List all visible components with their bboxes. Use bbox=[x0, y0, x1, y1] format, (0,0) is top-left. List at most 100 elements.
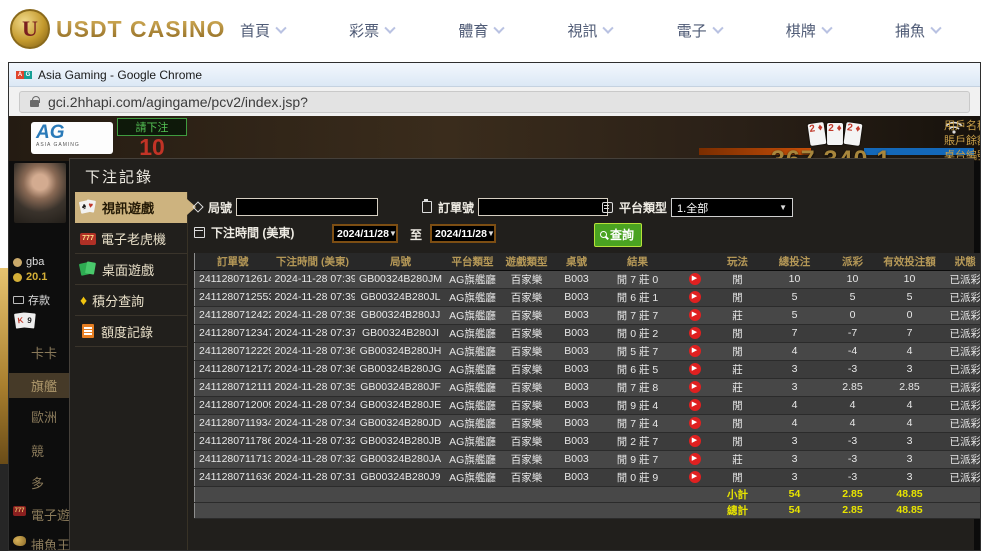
replay-play-button[interactable]: ▶ bbox=[689, 399, 701, 411]
subtotal-bet: 54 bbox=[763, 486, 827, 502]
usdt-coin-icon: U bbox=[10, 9, 50, 49]
address-box[interactable]: gci.2hhapi.com/agingame/pcv2/index.jsp? bbox=[19, 91, 970, 113]
search-group: 查詢 bbox=[594, 223, 642, 247]
bet-countdown: 請下注 10 bbox=[117, 118, 187, 158]
table-row: 2411280712422092024-11-28 07:38:12GB0032… bbox=[195, 306, 981, 324]
cell-platform: AG旗艦廳 bbox=[447, 414, 499, 432]
cell-valid-bet: 0 bbox=[879, 306, 941, 324]
background-image-sliver bbox=[0, 268, 8, 464]
cell-round: GB00324B280JB bbox=[355, 432, 447, 450]
window-titlebar[interactable]: AG Asia Gaming - Google Chrome bbox=[9, 63, 980, 87]
cell-payout: 0 bbox=[827, 306, 879, 324]
replay-play-button[interactable]: ▶ bbox=[689, 381, 701, 393]
cell-table-no: B003 bbox=[555, 324, 599, 342]
nav-item-label: 捕魚 bbox=[895, 20, 925, 41]
sidebar-item-4[interactable]: 額度記錄 bbox=[75, 316, 187, 347]
list-icon bbox=[602, 202, 613, 213]
cell-total-bet: 3 bbox=[763, 378, 827, 396]
bet-records-table: 訂單號下注時間 (美東)局號平台類型遊戲類型桌號結果玩法總投注派彩有效投注額狀態… bbox=[194, 253, 980, 519]
platform-filter: 平台類型 1.全部 ▼ bbox=[602, 198, 793, 217]
cell-valid-bet: 3 bbox=[879, 468, 941, 486]
cell-platform: AG旗艦廳 bbox=[447, 432, 499, 450]
cell-game: 百家樂 bbox=[499, 396, 555, 414]
replay-play-button[interactable]: ▶ bbox=[689, 291, 701, 303]
cell-time: 2024-11-28 07:32:18 bbox=[271, 450, 355, 468]
nav-item-2[interactable]: 體育 bbox=[458, 20, 503, 41]
date-to-select[interactable]: 2024/11/28 ▼ bbox=[430, 224, 496, 243]
date-from-select[interactable]: 2024/11/28 ▼ bbox=[332, 224, 398, 243]
grand-total-row: 總計542.8548.85 bbox=[195, 502, 981, 518]
cell-valid-bet: 4 bbox=[879, 414, 941, 432]
replay-play-button[interactable]: ▶ bbox=[689, 435, 701, 447]
chevron-down-icon bbox=[385, 22, 396, 33]
replay-play-button[interactable]: ▶ bbox=[689, 471, 701, 483]
cell-table-no: B003 bbox=[555, 306, 599, 324]
cell-round: GB00324B280JG bbox=[355, 360, 447, 378]
sidebar-item-0[interactable]: ♣♥ 視訊遊戲 bbox=[75, 192, 187, 223]
sidebar-item-1[interactable]: 777電子老虎機 bbox=[75, 223, 187, 254]
nav-item-1[interactable]: 彩票 bbox=[349, 20, 394, 41]
cell-play-type: 莊 bbox=[713, 360, 763, 378]
dealt-cards: 2 ♦2 ♦2 ♦ bbox=[809, 123, 861, 145]
filter-row-1: 局號 訂單號 平台類型 1.全部 ▼ bbox=[194, 196, 967, 222]
cell-time: 2024-11-28 07:39:52 bbox=[271, 270, 355, 288]
nav-item-5[interactable]: 棋牌 bbox=[786, 20, 831, 41]
cell-total-bet: 7 bbox=[763, 324, 827, 342]
site-logo-text: USDT CASINO bbox=[56, 16, 225, 43]
round-input[interactable] bbox=[236, 198, 378, 216]
replay-play-button[interactable]: ▶ bbox=[689, 453, 701, 465]
col-header: 訂單號 bbox=[195, 253, 271, 270]
cell-total-bet: 5 bbox=[763, 306, 827, 324]
replay-play-button[interactable]: ▶ bbox=[689, 327, 701, 339]
cell-game: 百家樂 bbox=[499, 450, 555, 468]
tag-icon bbox=[192, 201, 203, 212]
nav-item-0[interactable]: 首頁 bbox=[240, 20, 285, 41]
replay-play-button[interactable]: ▶ bbox=[689, 309, 701, 321]
site-logo: U USDT CASINO bbox=[10, 9, 225, 49]
replay-play-button[interactable]: ▶ bbox=[689, 345, 701, 357]
nav-item-4[interactable]: 電子 bbox=[677, 20, 722, 41]
cell-payout: 2.85 bbox=[827, 378, 879, 396]
sidebar-item-label: 視訊遊戲 bbox=[102, 198, 154, 217]
nav-item-6[interactable]: 捕魚 bbox=[895, 20, 940, 41]
cell-round: GB00324B280JI bbox=[355, 324, 447, 342]
cell-result: 閒 6 莊 1 bbox=[599, 288, 677, 306]
cell-table-no: B003 bbox=[555, 270, 599, 288]
cell-payout: 4 bbox=[827, 414, 879, 432]
cell-time: 2024-11-28 07:34:08 bbox=[271, 414, 355, 432]
grand-total-status-empty bbox=[941, 502, 981, 518]
nav-item-label: 視訊 bbox=[567, 20, 597, 41]
replay-play-button[interactable]: ▶ bbox=[689, 363, 701, 375]
table-games-icon bbox=[80, 261, 97, 277]
cell-round: GB00324B280JL bbox=[355, 288, 447, 306]
replay-play-button[interactable]: ▶ bbox=[689, 273, 701, 285]
replay-play-button[interactable]: ▶ bbox=[689, 417, 701, 429]
sidebar-item-3[interactable]: ♦積分查詢 bbox=[75, 285, 187, 316]
calendar-icon bbox=[194, 227, 205, 238]
cell-replay: ▶ bbox=[677, 288, 713, 306]
order-input[interactable] bbox=[478, 198, 608, 216]
video-games-cards-icon: ♣♥ bbox=[80, 199, 97, 215]
nav-item-3[interactable]: 視訊 bbox=[567, 20, 612, 41]
lobby-cards-icon: K9 bbox=[15, 313, 35, 328]
subtotal-spacer bbox=[195, 486, 713, 502]
chrome-popup-window: AG Asia Gaming - Google Chrome gci.2hhap… bbox=[8, 62, 981, 551]
platform-select[interactable]: 1.全部 ▼ bbox=[671, 198, 793, 217]
cell-time: 2024-11-28 07:36:38 bbox=[271, 342, 355, 360]
cell-game: 百家樂 bbox=[499, 270, 555, 288]
cell-result: 閒 2 莊 7 bbox=[599, 432, 677, 450]
cell-order: 241128071200907 bbox=[195, 396, 271, 414]
sidebar-item-2[interactable]: 桌面遊戲 bbox=[75, 254, 187, 285]
user-icon bbox=[13, 258, 22, 267]
account-label: 賬戶餘額 bbox=[944, 134, 980, 149]
cell-platform: AG旗艦廳 bbox=[447, 324, 499, 342]
cell-play-type: 閒 bbox=[713, 396, 763, 414]
cell-replay: ▶ bbox=[677, 414, 713, 432]
cell-order: 241128071242209 bbox=[195, 306, 271, 324]
cell-round: GB00324B280JF bbox=[355, 378, 447, 396]
user-name-row: gba bbox=[13, 256, 44, 268]
search-button[interactable]: 查詢 bbox=[594, 223, 642, 247]
user-credit-row: 20.1 bbox=[13, 271, 47, 283]
cell-valid-bet: 3 bbox=[879, 432, 941, 450]
cell-status: 已派彩 bbox=[941, 396, 981, 414]
